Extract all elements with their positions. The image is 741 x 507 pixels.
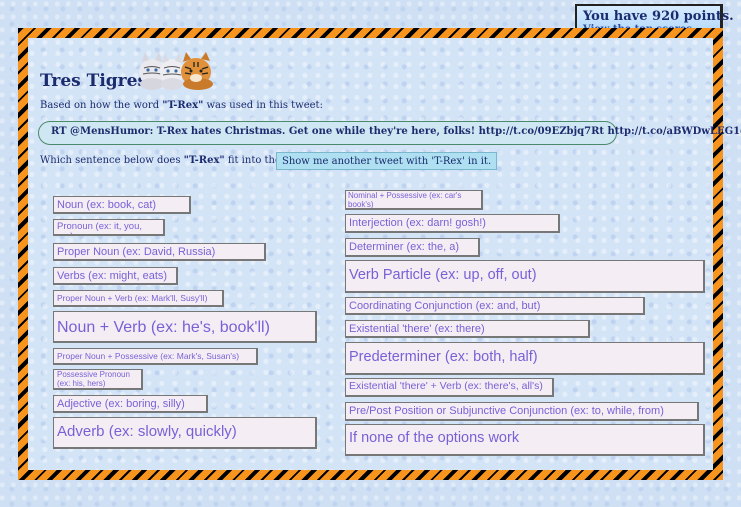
option-adverb[interactable]: Adverb (ex: slowly, quickly): [53, 417, 317, 449]
option-none[interactable]: If none of the options work: [345, 424, 705, 456]
page-title: Tres Tigres: [40, 71, 148, 91]
another-tweet-button[interactable]: Show me another tweet with 'T-Rex' in it…: [276, 152, 498, 170]
option-proper-noun-possessive[interactable]: Proper Noun + Possessive (ex: Mark's, Su…: [53, 348, 258, 365]
option-proper-noun[interactable]: Proper Noun (ex: David, Russia): [53, 243, 266, 261]
option-proper-noun-verb[interactable]: Proper Noun + Verb (ex: Mark'll, Susy'll…: [53, 290, 224, 307]
option-pronoun[interactable]: Pronoun (ex: it, you, me): [53, 219, 165, 236]
question-text: Which sentence below does "T-Rex" fit in…: [40, 155, 311, 166]
option-existential-there[interactable]: Existential 'there' (ex: there): [345, 320, 590, 338]
option-noun[interactable]: Noun (ex: book, cat): [53, 196, 191, 214]
option-possessive-pronoun[interactable]: Possessive Pronoun (ex: his, hers): [53, 369, 143, 390]
intro-text: Based on how the word "T-Rex" was used i…: [40, 100, 323, 111]
points-text: You have 920 points.: [583, 9, 734, 24]
option-noun-verb[interactable]: Noun + Verb (ex: he's, book'll): [53, 311, 317, 343]
target-word: "T-Rex": [183, 155, 225, 166]
option-nominal-possessive[interactable]: Nominal + Possessive (ex: car's book's): [345, 190, 483, 210]
option-determiner[interactable]: Determiner (ex: the, a): [345, 238, 480, 257]
option-verb-particle[interactable]: Verb Particle (ex: up, off, out): [345, 260, 705, 293]
option-verbs[interactable]: Verbs (ex: might, eats): [53, 267, 178, 285]
option-existential-there-verb[interactable]: Existential 'there' + Verb (ex: there's,…: [345, 378, 554, 397]
option-coordinating-conjunction[interactable]: Coordinating Conjunction (ex: and, but): [345, 297, 645, 315]
option-adjective[interactable]: Adjective (ex: boring, silly): [53, 395, 208, 413]
option-interjection[interactable]: Interjection (ex: darn! gosh!): [345, 214, 560, 233]
tweet-text: RT @MensHumor: T-Rex hates Christmas. Ge…: [38, 121, 741, 145]
option-pre-post-position[interactable]: Pre/Post Position or Subjunctive Conjunc…: [345, 402, 699, 421]
target-word: "T-Rex": [162, 100, 204, 111]
option-predeterminer[interactable]: Predeterminer (ex: both, half): [345, 342, 705, 375]
game-frame: Tres Tigres Based on how the word "T-Rex…: [18, 28, 741, 480]
tiger-cubs-image: [139, 52, 213, 90]
